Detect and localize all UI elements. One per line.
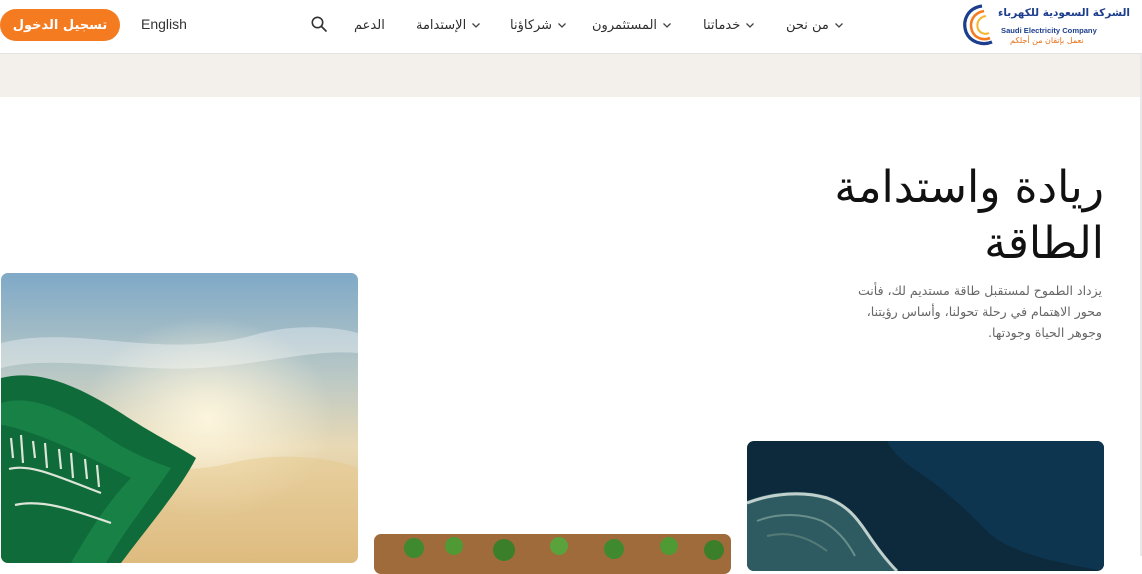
search-icon[interactable] (310, 15, 328, 33)
language-switch-link[interactable]: English (141, 16, 187, 32)
nav-item-partners[interactable]: شركاؤنا (510, 14, 567, 36)
nav-item-label: شركاؤنا (510, 17, 553, 33)
green-trees-image (374, 534, 731, 574)
logo-tagline: نعمل بإتقان من أجلكم (1010, 36, 1084, 45)
coastline-aerial-image (747, 441, 1104, 571)
nav-item-investors[interactable]: المستثمرون (592, 14, 672, 36)
nav-item-about[interactable]: من نحن (786, 14, 844, 36)
chevron-down-icon (834, 23, 843, 28)
logo-mark-icon (963, 4, 993, 46)
chevron-down-icon (558, 23, 567, 28)
company-logo[interactable]: الشركة السعودية للكهرباء Saudi Electrici… (960, 2, 1130, 48)
nav-item-label: المستثمرون (592, 17, 658, 33)
nav-item-sustainability[interactable]: الإستدامة (416, 14, 481, 36)
chevron-down-icon (746, 23, 755, 28)
chevron-down-icon (663, 23, 672, 28)
site-header: الشركة السعودية للكهرباء Saudi Electrici… (0, 0, 1142, 54)
login-button[interactable]: تسجيل الدخول (0, 9, 120, 41)
hero-description: يزداد الطموح لمستقبل طاقة مستديم لك، فأن… (858, 283, 1102, 340)
nav-item-label: الدعم (354, 17, 385, 33)
announcement-strip (0, 54, 1142, 97)
logo-name-english: Saudi Electricity Company (1001, 26, 1097, 35)
nav-item-services[interactable]: خدماتنا (703, 14, 755, 36)
nav-item-label: الإستدامة (416, 17, 467, 33)
nav-item-label: خدماتنا (703, 17, 741, 33)
saudi-flag-image (1, 273, 358, 563)
hero-title: ريادة واستدامة الطاقة (834, 162, 1104, 269)
logo-name-arabic: الشركة السعودية للكهرباء (998, 7, 1131, 19)
nav-item-support[interactable]: الدعم (354, 14, 385, 36)
chevron-down-icon (472, 23, 481, 28)
nav-item-label: من نحن (786, 17, 829, 33)
